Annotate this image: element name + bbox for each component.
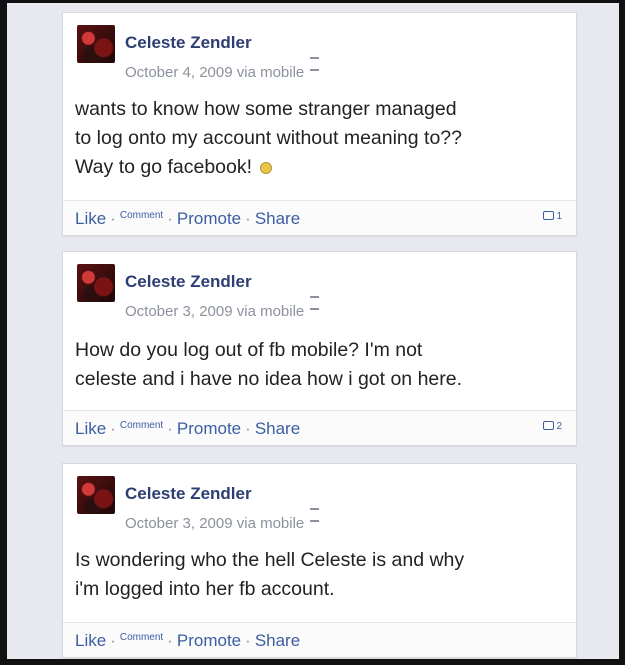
- post-card: Celeste Zendler October 3, 2009 via mobi…: [62, 463, 577, 658]
- comment-count[interactable]: 1: [543, 211, 562, 222]
- like-link[interactable]: Like: [75, 631, 106, 650]
- avatar[interactable]: [77, 476, 115, 514]
- comment-count[interactable]: 2: [543, 421, 562, 432]
- comment-bubble-icon: [543, 421, 555, 430]
- post-actions: Like · Comment · Promote · Share 1: [63, 200, 576, 235]
- mobile-phone-icon: [310, 57, 320, 71]
- separator: ·: [110, 209, 116, 228]
- post-text: How do you log out of fb mobile? I'm not…: [75, 336, 555, 394]
- post-text-line: to log onto my account without meaning t…: [75, 127, 462, 149]
- promote-link[interactable]: Promote: [177, 631, 241, 650]
- separator: ·: [110, 419, 116, 438]
- separator: ·: [110, 631, 116, 650]
- separator: ·: [167, 209, 173, 228]
- post-text: wants to know how some stranger managed …: [75, 95, 555, 182]
- post-actions: Like · Comment · Promote · Share: [63, 622, 576, 657]
- post-timestamp[interactable]: October 3, 2009 via mobile: [125, 515, 304, 532]
- comment-link[interactable]: Comment: [120, 210, 163, 221]
- separator: ·: [245, 631, 251, 650]
- post-text: Is wondering who the hell Celeste is and…: [75, 546, 555, 604]
- author-name[interactable]: Celeste Zendler: [125, 484, 252, 504]
- avatar[interactable]: [77, 25, 115, 63]
- share-link[interactable]: Share: [255, 419, 300, 438]
- promote-link[interactable]: Promote: [177, 209, 241, 228]
- post-text-line: How do you log out of fb mobile? I'm not: [75, 339, 423, 361]
- mobile-phone-icon: [310, 296, 320, 310]
- post-actions: Like · Comment · Promote · Share 2: [63, 410, 576, 445]
- mobile-phone-icon: [310, 508, 320, 522]
- post-card: Celeste Zendler October 4, 2009 via mobi…: [62, 12, 577, 236]
- author-name[interactable]: Celeste Zendler: [125, 272, 252, 292]
- share-link[interactable]: Share: [255, 209, 300, 228]
- screenshot-frame: Celeste Zendler October 4, 2009 via mobi…: [7, 3, 619, 659]
- post-timestamp[interactable]: October 4, 2009 via mobile: [125, 64, 304, 81]
- separator: ·: [245, 419, 251, 438]
- sad-face-icon: [260, 161, 273, 174]
- post-text-line: wants to know how some stranger managed: [75, 98, 457, 120]
- comment-link[interactable]: Comment: [120, 632, 163, 643]
- post-text-line: Way to go facebook!: [75, 153, 555, 182]
- post-meta: October 3, 2009 via mobile: [125, 508, 320, 532]
- promote-link[interactable]: Promote: [177, 419, 241, 438]
- post-timestamp[interactable]: October 3, 2009 via mobile: [125, 303, 304, 320]
- post-text-line: i'm logged into her fb account.: [75, 578, 335, 600]
- post-meta: October 4, 2009 via mobile: [125, 57, 320, 81]
- post-meta: October 3, 2009 via mobile: [125, 296, 320, 320]
- comment-link[interactable]: Comment: [120, 420, 163, 431]
- post-text-line: Is wondering who the hell Celeste is and…: [75, 549, 465, 571]
- author-name[interactable]: Celeste Zendler: [125, 33, 252, 53]
- avatar[interactable]: [77, 264, 115, 302]
- comment-bubble-icon: [543, 211, 555, 220]
- post-text-line: celeste and i have no idea how i got on …: [75, 368, 463, 390]
- like-link[interactable]: Like: [75, 419, 106, 438]
- share-link[interactable]: Share: [255, 631, 300, 650]
- separator: ·: [245, 209, 251, 228]
- post-card: Celeste Zendler October 3, 2009 via mobi…: [62, 251, 577, 446]
- like-link[interactable]: Like: [75, 209, 106, 228]
- separator: ·: [167, 631, 173, 650]
- separator: ·: [167, 419, 173, 438]
